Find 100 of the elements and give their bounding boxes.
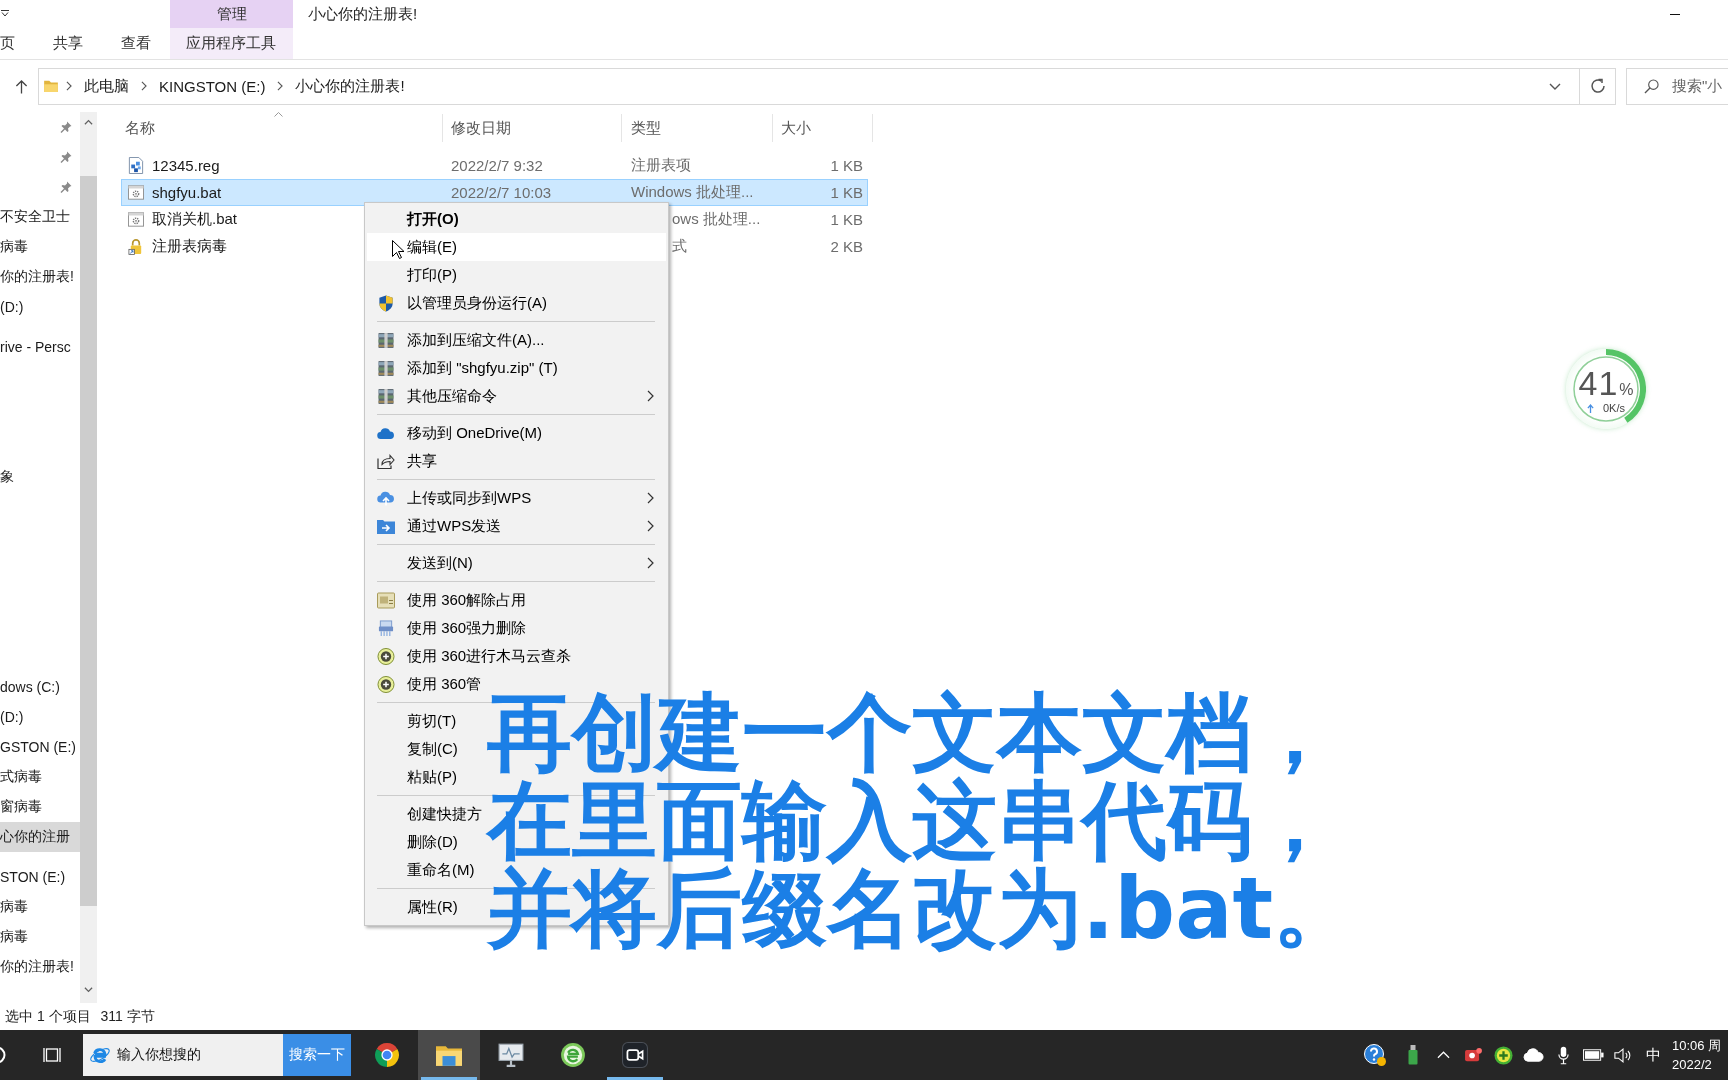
- menu-item[interactable]: 粘贴(P): [367, 763, 459, 791]
- nav-item[interactable]: dows (C:): [0, 672, 80, 702]
- padlock-icon: [128, 238, 144, 255]
- speaker-icon[interactable]: [1614, 1047, 1632, 1063]
- menu-item[interactable]: 重命名(M): [367, 856, 477, 884]
- menu-item[interactable]: 编辑(E): [367, 233, 666, 261]
- column-header[interactable]: 大小: [773, 114, 873, 142]
- plus-circle-icon[interactable]: [1493, 1045, 1513, 1065]
- column-header[interactable]: 修改日期: [443, 114, 622, 142]
- menu-item[interactable]: 添加到 "shgfyu.zip" (T): [367, 354, 560, 382]
- file-row[interactable]: shgfyu.bat 2022/2/7 10:03 Windows 批处理... 1 KB: [121, 179, 868, 206]
- breadcrumb[interactable]: 此电脑: [80, 76, 133, 96]
- menu-item[interactable]: 以管理员身份运行(A): [367, 289, 549, 317]
- clock-date[interactable]: 2022/2: [1672, 1055, 1728, 1074]
- modified-date: 2022/2/7 9:32: [451, 157, 543, 174]
- breadcrumb[interactable]: KINGSTON (E:): [155, 77, 270, 95]
- scrollbar[interactable]: [80, 112, 97, 1003]
- task-view-icon[interactable]: [43, 1047, 61, 1063]
- usb-drive-icon[interactable]: [1408, 1045, 1418, 1065]
- up-arrow-icon[interactable]: [15, 78, 28, 94]
- cloud-icon[interactable]: [1522, 1048, 1544, 1062]
- file-name[interactable]: 注册表病毒: [152, 237, 227, 256]
- menu-item[interactable]: 使用 360强力删除: [367, 614, 529, 642]
- menu-item[interactable]: 打印(P): [367, 261, 459, 289]
- microphone-icon[interactable]: [1557, 1045, 1569, 1065]
- chevron-right-icon[interactable]: [66, 81, 72, 91]
- search-field[interactable]: 输入你想搜的: [83, 1034, 283, 1076]
- battery-icon[interactable]: [1582, 1049, 1604, 1061]
- contextual-tab-header: 管理: [170, 0, 293, 28]
- menu-item[interactable]: 删除(D): [367, 828, 460, 856]
- file-type: ows 批处理...: [672, 210, 761, 227]
- search-field[interactable]: 搜索"小: [1626, 67, 1728, 105]
- menu-item[interactable]: 属性(R): [367, 893, 460, 921]
- ribbon-tab[interactable]: 查看: [102, 28, 170, 59]
- nav-item[interactable]: (D:): [0, 702, 80, 732]
- shield-icon: [377, 294, 395, 312]
- chevron-right-icon[interactable]: [141, 81, 147, 91]
- menu-item[interactable]: 剪切(T): [367, 707, 459, 735]
- share-icon: [377, 452, 395, 470]
- menu-item[interactable]: 使用 360进行木马云查杀: [367, 642, 574, 670]
- column-header[interactable]: 类型: [622, 114, 773, 142]
- menu-item[interactable]: 打开(O): [367, 205, 461, 233]
- nav-item[interactable]: 你的注册表!: [0, 262, 80, 292]
- modified-date: 2022/2/7 10:03: [451, 184, 552, 201]
- help-icon[interactable]: [1364, 1044, 1386, 1066]
- video-camera-icon: [622, 1042, 648, 1068]
- ribbon-tab[interactable]: 共享: [34, 28, 102, 59]
- menu-item[interactable]: 使用 360管: [367, 670, 484, 698]
- menu-item[interactable]: 添加到压缩文件(A)...: [367, 326, 547, 354]
- chevron-down-icon[interactable]: [1549, 82, 1561, 90]
- nav-item[interactable]: (D:): [0, 292, 80, 322]
- record-icon[interactable]: [1464, 1047, 1482, 1063]
- percent-unit: %: [1619, 381, 1634, 399]
- nav-item[interactable]: 不安全卫士: [0, 202, 80, 232]
- menu-item[interactable]: 其他压缩命令: [367, 382, 666, 410]
- menu-item[interactable]: 创建快捷方: [367, 800, 484, 828]
- minimize-icon: [1670, 13, 1680, 15]
- caret-down-icon[interactable]: [1, 10, 9, 17]
- video-caption: 再创建一个文本文档， 在里面输入这串代码， 并将后缀名改为.bat。: [487, 689, 1359, 953]
- menu-item[interactable]: 上传或同步到WPS: [367, 484, 666, 512]
- ring-icon[interactable]: [0, 1045, 6, 1065]
- nav-item[interactable]: GSTON (E:): [0, 732, 80, 762]
- clock-time[interactable]: 10:06 周: [1672, 1036, 1728, 1055]
- nav-item[interactable]: STON (E:): [0, 862, 80, 892]
- ribbon-tab[interactable]: 页: [0, 28, 34, 59]
- address-bar[interactable]: 此电脑 KINGSTON (E:) 小心你的注册表!: [38, 67, 1580, 105]
- file-name[interactable]: 12345.reg: [152, 157, 220, 174]
- file-name[interactable]: shgfyu.bat: [152, 184, 222, 201]
- scrollbar-thumb[interactable]: [80, 176, 97, 906]
- speed-widget[interactable]: 41% 0K/s: [1566, 349, 1646, 429]
- ribbon-tab[interactable]: 应用程序工具: [170, 28, 293, 59]
- refresh-button[interactable]: [1580, 67, 1616, 105]
- id-card-icon: [377, 591, 395, 609]
- chevron-right-icon[interactable]: [277, 81, 284, 91]
- file-size: 1 KB: [830, 211, 863, 228]
- nav-item[interactable]: 病毒: [0, 892, 80, 922]
- column-header[interactable]: 名称: [114, 114, 443, 142]
- nav-item[interactable]: 象: [0, 462, 80, 492]
- status-text: 选中 1 个项目: [5, 1007, 91, 1026]
- tricolor-ring-icon: [374, 1042, 400, 1068]
- chevron-right-icon: [647, 492, 654, 504]
- nav-item[interactable]: 病毒: [0, 232, 80, 262]
- file-name[interactable]: 取消关机.bat: [152, 210, 238, 229]
- menu-item[interactable]: 发送到(N): [367, 549, 666, 577]
- nav-item[interactable]: 窗病毒: [0, 792, 80, 822]
- menu-item[interactable]: 使用 360解除占用: [367, 586, 529, 614]
- nav-item[interactable]: 你的注册表!: [0, 952, 80, 982]
- file-type: Windows 批处理...: [631, 183, 754, 200]
- chevron-down-icon[interactable]: [84, 987, 93, 993]
- nav-item[interactable]: 心你的注册: [0, 822, 80, 852]
- menu-item[interactable]: 通过WPS发送: [367, 512, 666, 540]
- nav-item[interactable]: 病毒: [0, 922, 80, 952]
- breadcrumb[interactable]: 小心你的注册表!: [291, 76, 409, 96]
- nav-item[interactable]: rive - Persc: [0, 332, 80, 362]
- menu-item[interactable]: 共享: [367, 447, 439, 475]
- menu-item[interactable]: 移动到 OneDrive(M): [367, 419, 544, 447]
- nav-item[interactable]: 式病毒: [0, 762, 80, 792]
- menu-item[interactable]: 复制(C): [367, 735, 460, 763]
- taskbar-app-button[interactable]: [418, 1030, 480, 1080]
- ime-indicator[interactable]: 中: [1638, 1045, 1668, 1065]
